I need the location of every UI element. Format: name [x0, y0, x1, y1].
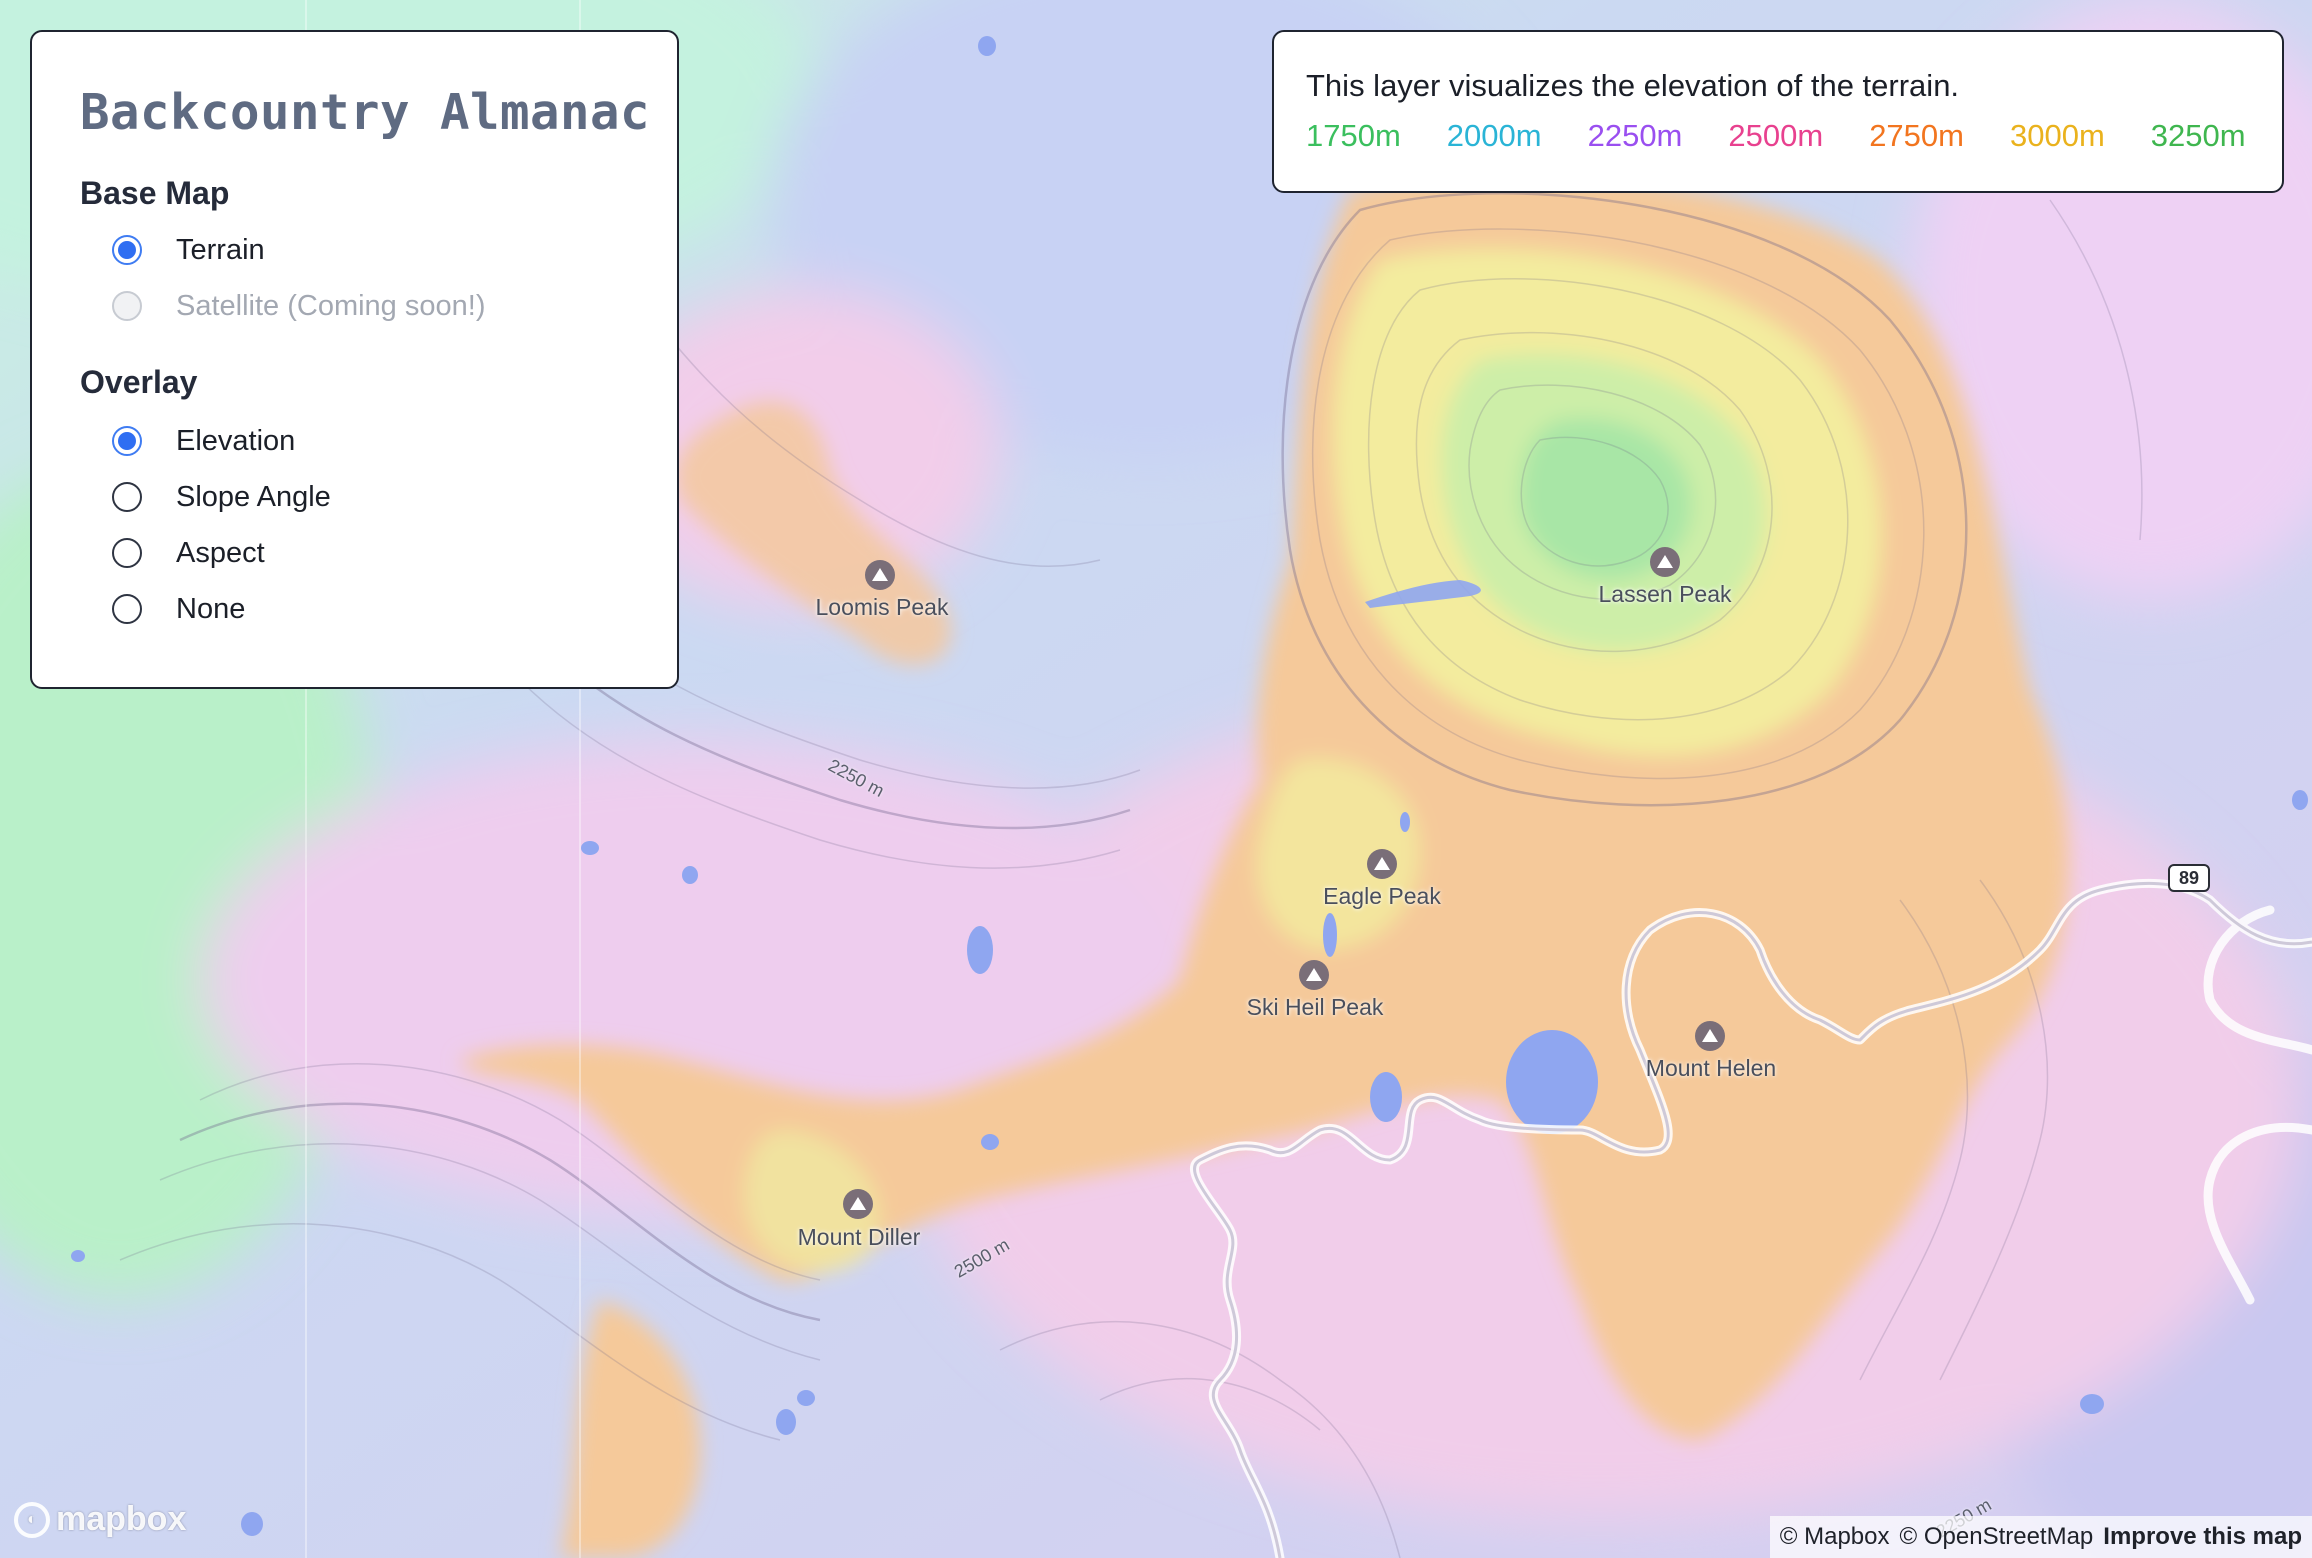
radio-elevation[interactable] [112, 426, 142, 456]
improve-map-link[interactable]: Improve this map [2103, 1523, 2302, 1551]
overlay-options: Elevation Slope Angle Aspect None [80, 413, 629, 637]
peak-icon[interactable] [1695, 1021, 1725, 1051]
peak-icon[interactable] [1299, 960, 1329, 990]
peak-icon[interactable] [1367, 849, 1397, 879]
control-panel: Backcountry Almanac Base Map Terrain Sat… [30, 30, 679, 689]
mapbox-logo-text: mapbox [56, 1500, 187, 1538]
radio-satellite [112, 291, 142, 321]
mapbox-logo[interactable]: ◐ mapbox [14, 1500, 186, 1539]
peak-label-ski-heil[interactable]: Ski Heil Peak [1247, 994, 1384, 1021]
attribution-mapbox-link[interactable]: © Mapbox [1780, 1523, 1890, 1551]
app-title: Backcountry Almanac [80, 84, 651, 141]
overlay-option-slope-angle[interactable]: Slope Angle [112, 469, 629, 525]
radio-none[interactable] [112, 594, 142, 624]
radio-aspect[interactable] [112, 538, 142, 568]
peak-label-mount-diller[interactable]: Mount Diller [798, 1224, 921, 1251]
peak-label-loomis[interactable]: Loomis Peak [816, 594, 949, 621]
legend-item: 2250m [1587, 118, 1683, 153]
peak-label-lassen[interactable]: Lassen Peak [1599, 581, 1732, 608]
peak-label-eagle[interactable]: Eagle Peak [1323, 883, 1441, 910]
base-map-option-terrain[interactable]: Terrain [112, 222, 629, 278]
highway-shield-icon: 89 [2168, 864, 2210, 892]
base-map-option-satellite: Satellite (Coming soon!) [112, 278, 629, 334]
legend-item: 2000m [1446, 118, 1542, 153]
legend-item: 2500m [1728, 118, 1824, 153]
overlay-option-elevation[interactable]: Elevation [112, 413, 629, 469]
mapbox-logo-icon: ◐ [14, 1501, 50, 1538]
legend-scale: 1750m 2000m 2250m 2500m 2750m 3000m 3250… [1306, 118, 2250, 154]
option-label: Satellite (Coming soon!) [176, 289, 486, 322]
option-label: Terrain [176, 233, 265, 266]
legend-item: 1750m [1306, 118, 1401, 153]
overlay-option-none[interactable]: None [112, 581, 629, 637]
option-label: Slope Angle [176, 480, 331, 513]
radio-slope-angle[interactable] [112, 482, 142, 512]
option-label: None [176, 592, 246, 625]
base-map-title: Base Map [80, 175, 230, 211]
peak-icon[interactable] [865, 560, 895, 590]
base-map-options: Terrain Satellite (Coming soon!) [80, 222, 629, 334]
legend-item: 3000m [2009, 118, 2105, 153]
peak-icon[interactable] [843, 1189, 873, 1219]
elevation-legend: This layer visualizes the elevation of t… [1272, 30, 2284, 193]
option-label: Elevation [176, 424, 296, 457]
peak-icon[interactable] [1650, 547, 1680, 577]
peak-label-mount-helen[interactable]: Mount Helen [1646, 1055, 1776, 1082]
map-attribution: © Mapbox © OpenStreetMap Improve this ma… [1769, 1516, 2312, 1558]
overlay-title: Overlay [80, 364, 198, 400]
attribution-osm-link[interactable]: © OpenStreetMap [1900, 1523, 2094, 1551]
option-label: Aspect [176, 536, 265, 569]
legend-item: 3250m [2150, 118, 2246, 153]
radio-terrain[interactable] [112, 235, 142, 265]
legend-description: This layer visualizes the elevation of t… [1306, 68, 1960, 103]
overlay-option-aspect[interactable]: Aspect [112, 525, 629, 581]
legend-item: 2750m [1869, 118, 1964, 153]
